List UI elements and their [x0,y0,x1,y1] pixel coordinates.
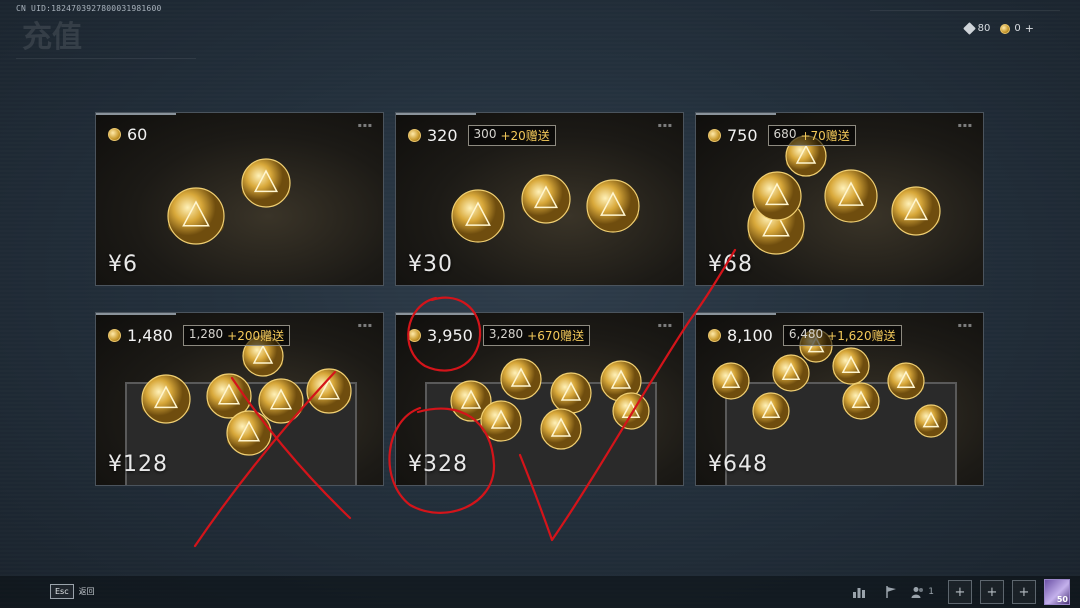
bonus-badge: 1,280 +200赠送 [182,325,291,346]
package-amount-value: 8,100 [727,326,773,345]
package-amount: 60 [108,125,147,144]
bonus-base: 680 [773,127,797,141]
bonus-extra: +70赠送 [800,129,850,143]
coin-count: 0 [1014,23,1021,34]
card-corner-decoration: ▪▪▪ [957,322,973,329]
package-grid: ▪▪▪ 60 ¥6 ▪▪▪ 320 300 +20赠送 ¥30 ▪▪▪ 750 680 +70赠送 ¥6… [95,112,984,486]
add-coins-button[interactable]: + [1025,22,1034,35]
party-slot-1[interactable]: + [948,580,972,604]
ticket-balance: 80 [962,22,991,35]
package-price: ¥68 [708,252,753,277]
party-slot-3[interactable]: + [1012,580,1036,604]
coin-icon [108,128,121,141]
player-avatar[interactable]: 50 [1044,579,1070,605]
bonus-extra: +1,620赠送 [827,329,896,343]
package-amount-value: 750 [727,126,758,145]
bonus-badge: 3,280 +670赠送 [482,325,591,346]
package-amount-value: 60 [127,125,148,144]
header-divider [16,58,196,59]
player-level: 50 [1056,595,1068,604]
friends-button[interactable]: 1 [911,585,934,599]
back-label: 返回 [78,587,95,596]
bonus-extra: +670赠送 [527,329,585,343]
bar-chart-icon [853,588,866,598]
package-price: ¥328 [408,452,468,477]
coin-icon [108,329,121,342]
package-amount: 8,100 6,480 +1,620赠送 [708,325,902,346]
package-amount: 320 300 +20赠送 [408,125,556,146]
bonus-extra: +20赠送 [500,129,550,143]
bonus-badge: 6,480 +1,620赠送 [782,325,902,346]
bonus-base: 6,480 [788,327,824,341]
package-card[interactable]: ▪▪▪ 750 680 +70赠送 ¥68 [695,112,984,286]
package-price: ¥30 [408,252,453,277]
package-amount: 3,950 3,280 +670赠送 [408,325,591,346]
flag-button[interactable] [879,580,903,604]
package-price: ¥6 [108,252,138,277]
friends-icon [911,587,924,598]
currency-bar: 80 0 + [962,22,1034,35]
ticket-count: 80 [977,23,991,34]
flag-icon [886,586,897,598]
package-amount-value: 3,950 [427,326,473,345]
package-amount: 1,480 1,280 +200赠送 [108,325,291,346]
card-corner-decoration: ▪▪▪ [657,122,673,129]
card-corner-decoration: ▪▪▪ [357,122,373,129]
bonus-base: 300 [473,127,497,141]
coin-icon [708,329,721,342]
coin-icon [708,129,721,142]
package-amount: 750 680 +70赠送 [708,125,856,146]
package-price: ¥128 [108,452,168,477]
header-divider-right [870,10,1060,11]
card-corner-decoration: ▪▪▪ [657,322,673,329]
package-card[interactable]: ▪▪▪ 1,480 1,280 +200赠送 ¥128 [95,312,384,486]
coin-icon [408,329,421,342]
card-corner-decoration: ▪▪▪ [357,322,373,329]
coin-icon [408,129,421,142]
package-amount-value: 1,480 [127,326,173,345]
party-slot-2[interactable]: + [980,580,1004,604]
package-amount-value: 320 [427,126,458,145]
bonus-extra: +200赠送 [227,329,285,343]
coin-balance: 0 + [1000,22,1034,35]
package-card[interactable]: ▪▪▪ 8,100 6,480 +1,620赠送 ¥648 [695,312,984,486]
package-card[interactable]: ▪▪▪ 60 ¥6 [95,112,384,286]
esc-key-hint: Esc [50,584,74,599]
footer-toolbar: 1 + + + 50 [847,579,1070,605]
card-corner-decoration: ▪▪▪ [957,122,973,129]
package-card[interactable]: ▪▪▪ 3,950 3,280 +670赠送 ¥328 [395,312,684,486]
back-button[interactable]: Esc 返回 [50,584,95,599]
page-title: 充值 [22,20,82,55]
friends-count: 1 [928,587,934,597]
bonus-base: 3,280 [488,327,524,341]
stats-button[interactable] [847,580,871,604]
bonus-badge: 300 +20赠送 [467,125,556,146]
coin-icon [1000,23,1011,34]
package-card[interactable]: ▪▪▪ 320 300 +20赠送 ¥30 [395,112,684,286]
bonus-base: 1,280 [188,327,224,341]
ticket-icon [962,22,976,35]
package-price: ¥648 [708,452,768,477]
bonus-badge: 680 +70赠送 [767,125,856,146]
